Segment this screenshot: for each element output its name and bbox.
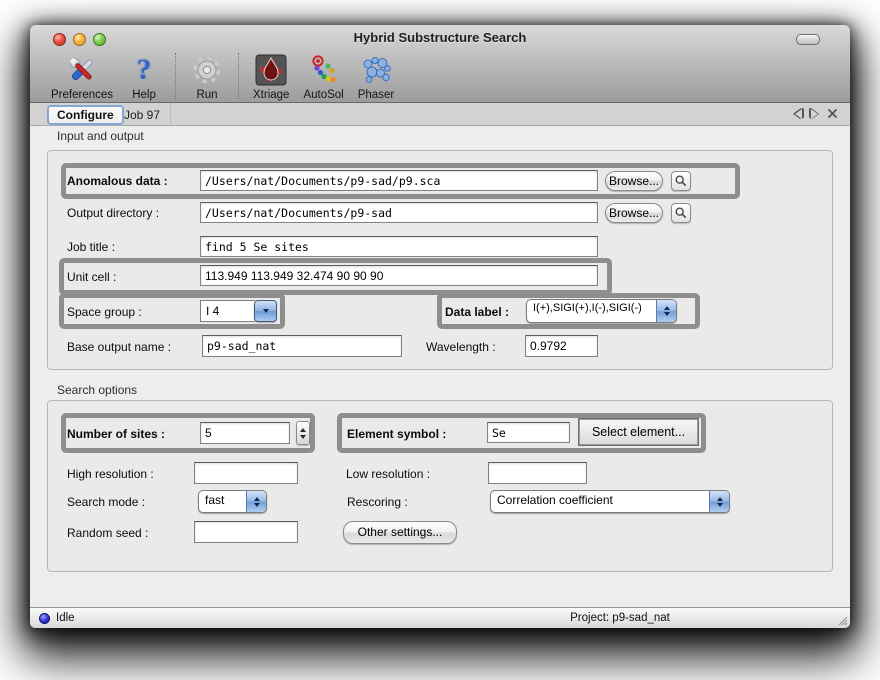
job-title-label: Job title : — [67, 240, 115, 254]
titlebar: Hybrid Substructure Search — [30, 25, 850, 103]
data-label-value: I(+),SIGI(+),I(-),SIGI(-) — [527, 300, 656, 322]
other-settings-button[interactable]: Other settings... — [343, 521, 457, 544]
element-symbol-input[interactable] — [487, 422, 570, 443]
wavelength-label: Wavelength : — [426, 340, 496, 354]
magnifier-icon — [674, 174, 688, 188]
anomalous-data-input[interactable] — [200, 170, 598, 191]
number-of-sites-stepper[interactable] — [296, 421, 310, 445]
project-label: Project: p9-sad_nat — [410, 612, 830, 624]
random-seed-label: Random seed : — [67, 526, 148, 540]
toolbar-label: AutoSol — [303, 89, 343, 101]
phaser-button[interactable]: Phaser — [351, 52, 401, 101]
unit-cell-label: Unit cell : — [67, 270, 116, 284]
space-group-dropdown-button[interactable] — [254, 300, 277, 322]
number-of-sites-input[interactable] — [200, 422, 290, 444]
stepper-up-icon — [300, 428, 306, 432]
output-directory-label: Output directory : — [67, 206, 159, 220]
toolbar-label: Phaser — [358, 89, 394, 101]
anomalous-data-view-button[interactable] — [671, 171, 691, 191]
tools-icon — [65, 52, 99, 88]
popup-arrows-icon — [656, 300, 676, 322]
status-text: Idle — [56, 612, 75, 624]
question-icon: ? — [127, 52, 161, 88]
xtriage-button[interactable]: Xtriage — [246, 52, 296, 101]
low-resolution-input[interactable] — [488, 462, 587, 484]
number-of-sites-label: Number of sites : — [67, 427, 165, 441]
tab-scroll-right-icon[interactable] — [811, 109, 818, 119]
rescoring-popup[interactable]: Correlation coefficient — [490, 490, 730, 513]
anomalous-data-browse-button[interactable]: Browse... — [605, 171, 663, 191]
output-directory-input[interactable] — [200, 202, 598, 223]
autosol-button[interactable]: AutoSol — [296, 52, 350, 101]
group-title-search-options: Search options — [57, 383, 137, 397]
space-group-label: Space group : — [67, 305, 142, 319]
search-mode-popup[interactable]: fast — [198, 490, 267, 513]
rescoring-label: Rescoring : — [347, 495, 408, 509]
tab-close-icon[interactable] — [827, 108, 838, 119]
toolbar-separator — [175, 53, 176, 99]
autosol-icon — [307, 52, 341, 88]
select-element-button[interactable]: Select element... — [579, 419, 698, 445]
high-resolution-input[interactable] — [194, 462, 298, 484]
data-label-label: Data label : — [445, 305, 509, 319]
random-seed-input[interactable] — [194, 521, 298, 543]
phaser-icon — [359, 52, 393, 88]
tab-job-97[interactable]: Job 97 — [118, 108, 166, 122]
toolbar-toggle-button[interactable] — [796, 34, 820, 45]
space-group-value: I 4 — [200, 300, 255, 322]
app-window: Hybrid Substructure Search — [30, 25, 850, 628]
configure-panel: Input and output Anomalous data : Browse… — [30, 126, 850, 607]
output-directory-view-button[interactable] — [671, 203, 691, 223]
stepper-down-icon — [300, 435, 306, 439]
xtriage-icon — [254, 52, 288, 88]
base-output-name-label: Base output name : — [67, 340, 171, 354]
search-mode-value: fast — [199, 491, 246, 512]
search-mode-label: Search mode : — [67, 495, 145, 509]
data-label-popup[interactable]: I(+),SIGI(+),I(-),SIGI(-) — [526, 299, 677, 323]
group-title-input-output: Input and output — [57, 129, 144, 143]
tab-divider — [170, 103, 171, 125]
resize-grip[interactable] — [835, 613, 848, 626]
anomalous-data-label: Anomalous data : — [67, 174, 168, 188]
rescoring-value: Correlation coefficient — [491, 491, 709, 512]
preferences-button[interactable]: Preferences — [44, 52, 120, 101]
status-bar: Idle Project: p9-sad_nat — [30, 607, 850, 628]
toolbar-label: Run — [196, 89, 217, 101]
status-led-icon — [39, 613, 50, 624]
popup-arrows-icon — [709, 491, 729, 512]
toolbar-separator — [238, 53, 239, 99]
base-output-name-input[interactable] — [202, 335, 402, 357]
chevron-down-icon — [263, 309, 269, 313]
toolbar-label: Preferences — [51, 89, 113, 101]
run-button[interactable]: Run — [183, 52, 231, 101]
job-title-input[interactable] — [200, 236, 598, 257]
window-title: Hybrid Substructure Search — [30, 30, 850, 45]
unit-cell-input[interactable] — [200, 265, 598, 286]
tab-bar: Configure Job 97 — [30, 103, 850, 126]
help-button[interactable]: ? Help — [120, 52, 168, 101]
high-resolution-label: High resolution : — [67, 467, 154, 481]
toolbar-label: Help — [132, 89, 156, 101]
tab-scroll-left-icon[interactable] — [795, 109, 802, 119]
popup-arrows-icon — [246, 491, 266, 512]
gear-icon — [190, 52, 224, 88]
element-symbol-label: Element symbol : — [347, 427, 446, 441]
space-group-combo[interactable]: I 4 — [200, 300, 277, 322]
wavelength-input[interactable] — [525, 335, 598, 357]
toolbar: Preferences ? Help Run — [44, 47, 401, 101]
magnifier-icon — [674, 206, 688, 220]
output-directory-browse-button[interactable]: Browse... — [605, 203, 663, 223]
tab-configure[interactable]: Configure — [47, 105, 124, 125]
toolbar-label: Xtriage — [253, 89, 289, 101]
low-resolution-label: Low resolution : — [346, 467, 430, 481]
